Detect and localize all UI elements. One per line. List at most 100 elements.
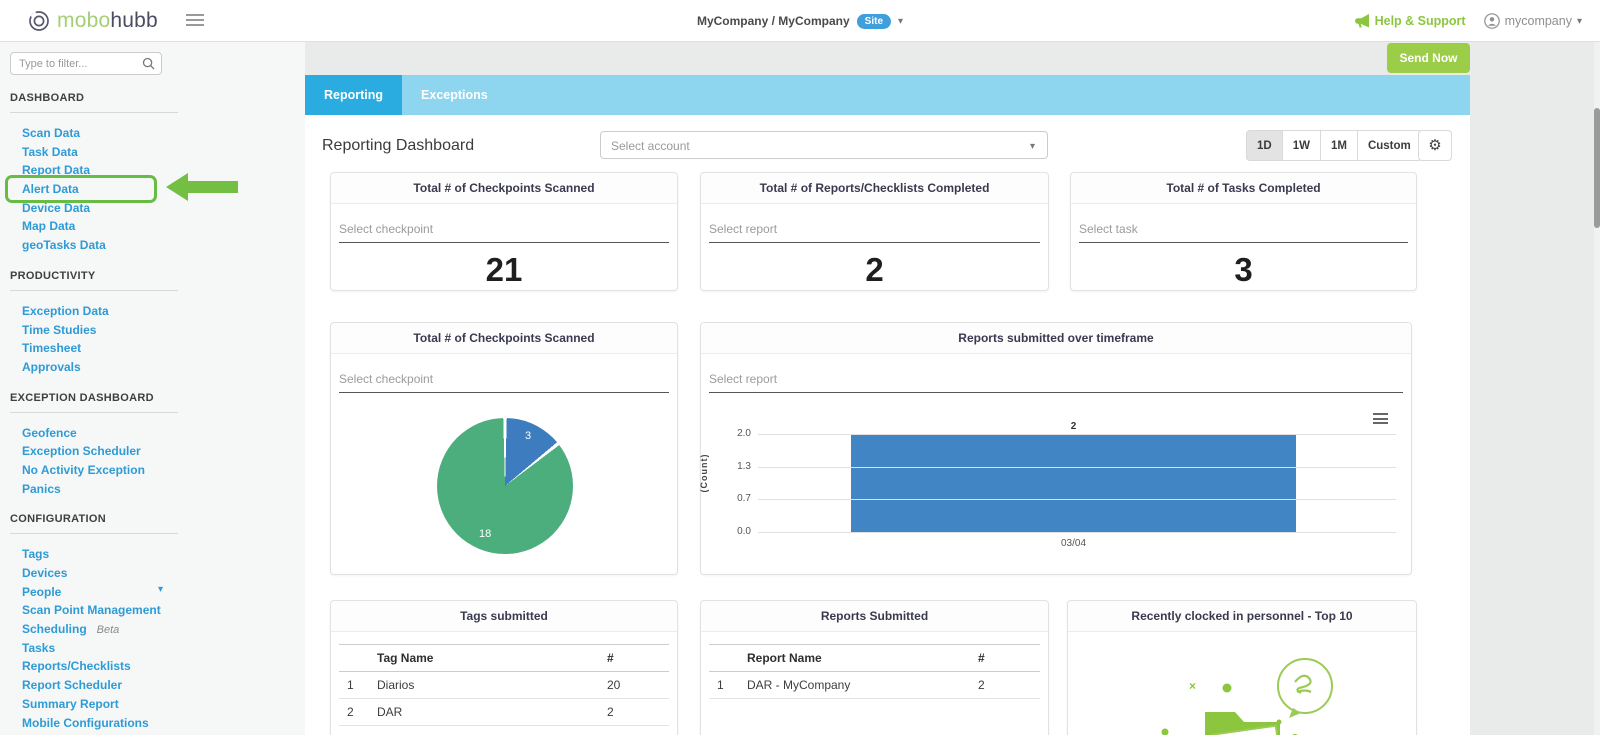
- tags-table: Tag Name# 1Diarios202DAR2: [339, 644, 669, 726]
- card-title: Recently clocked in personnel - Top 10: [1068, 601, 1416, 632]
- sidebar-item-devices[interactable]: Devices: [0, 562, 305, 581]
- sidebar-item-task-data[interactable]: Task Data: [0, 141, 305, 160]
- account-select[interactable]: Select account ▾: [600, 131, 1048, 159]
- sidebar-item-tasks[interactable]: Tasks: [0, 637, 305, 656]
- card-title: Total # of Tasks Completed: [1071, 173, 1416, 204]
- card-title: Tags submitted: [331, 601, 677, 632]
- sidebar-item-geotasks-data[interactable]: geoTasks Data: [0, 234, 305, 253]
- checkpoint-select[interactable]: Select checkpoint: [339, 372, 669, 393]
- tab-exceptions[interactable]: Exceptions: [402, 75, 507, 115]
- stat-value: 2: [701, 251, 1048, 289]
- settings-gear-button[interactable]: ⚙: [1418, 130, 1452, 161]
- range-custom-button[interactable]: Custom: [1357, 130, 1422, 161]
- table-row: 2DAR2: [339, 699, 669, 726]
- column-header: Tag Name: [373, 645, 603, 672]
- sidebar-item-device-data[interactable]: Device Data: [0, 197, 305, 216]
- logo-text: mobohubb: [57, 9, 158, 33]
- sidebar-item-time-studies[interactable]: Time Studies: [0, 319, 305, 338]
- range-1w-button[interactable]: 1W: [1282, 130, 1321, 161]
- divider: [10, 412, 178, 413]
- sidebar-item-exception-scheduler[interactable]: Exception Scheduler: [0, 440, 305, 459]
- sidebar-item-alert-data[interactable]: Alert Data: [0, 178, 305, 197]
- sidebar-item-label: Scan Point Management: [22, 603, 161, 617]
- sidebar-item-label: Exception Data: [22, 304, 109, 318]
- range-1m-button[interactable]: 1M: [1320, 130, 1358, 161]
- sidebar-item-people[interactable]: People ▾: [0, 581, 305, 600]
- pie-slice-label: 18: [479, 528, 491, 540]
- sidebar-item-scan-data[interactable]: Scan Data: [0, 122, 305, 141]
- sidebar-section-title: PRODUCTIVITY: [10, 270, 305, 282]
- card-title: Total # of Checkpoints Scanned: [331, 173, 677, 204]
- sidebar-item-label: Tags: [22, 547, 49, 561]
- send-now-button[interactable]: Send Now: [1387, 43, 1470, 73]
- tab-reporting[interactable]: Reporting: [305, 75, 402, 115]
- sidebar-section: CONFIGURATIONTagsDevicesPeople▾Scan Poin…: [0, 513, 305, 730]
- gridline: [758, 532, 1396, 533]
- personnel-card: Recently clocked in personnel - Top 10 ×: [1067, 600, 1417, 735]
- sidebar-item-label: Tasks: [22, 641, 55, 655]
- bar[interactable]: [851, 434, 1296, 532]
- menu-toggle-icon[interactable]: [186, 14, 204, 29]
- chevron-down-icon: ▾: [898, 16, 903, 27]
- mobohubb-logo[interactable]: mobohubb: [28, 9, 158, 33]
- table-header-row: Tag Name#: [339, 645, 669, 672]
- chart-menu-icon[interactable]: [1373, 413, 1388, 427]
- sidebar-item-timesheet[interactable]: Timesheet: [0, 337, 305, 356]
- table-row: 1Diarios20: [339, 672, 669, 699]
- site-switcher[interactable]: MyCompany / MyCompany Site ▾: [697, 0, 903, 42]
- sidebar-item-summary-report[interactable]: Summary Report: [0, 693, 305, 712]
- chevron-down-icon: ▾: [1030, 141, 1035, 152]
- sidebar-item-tags[interactable]: Tags: [0, 543, 305, 562]
- sidebar-item-label: Task Data: [22, 145, 78, 159]
- sidebar-item-panics[interactable]: Panics: [0, 478, 305, 497]
- pie-chart[interactable]: 3 18: [437, 418, 573, 554]
- sidebar-item-scheduling[interactable]: SchedulingBeta: [0, 618, 305, 637]
- checkpoint-select[interactable]: Select checkpoint: [339, 222, 669, 243]
- sidebar-item-label: Exception Scheduler: [22, 444, 141, 458]
- sidebar-item-reports-checklists[interactable]: Reports/Checklists: [0, 655, 305, 674]
- gridline: [758, 434, 1396, 435]
- site-badge: Site: [857, 14, 891, 29]
- breadcrumb: MyCompany / MyCompany: [697, 14, 850, 28]
- page-title: Reporting Dashboard: [322, 137, 474, 155]
- sidebar-item-mobile-configurations[interactable]: Mobile Configurations: [0, 712, 305, 731]
- card-title: Total # of Checkpoints Scanned: [331, 323, 677, 354]
- sidebar-item-exception-data[interactable]: Exception Data: [0, 300, 305, 319]
- sidebar-item-label: Scheduling: [22, 622, 87, 636]
- svg-text:×: ×: [1189, 679, 1196, 693]
- sidebar-item-scan-point-management[interactable]: Scan Point Management: [0, 599, 305, 618]
- task-select[interactable]: Select task: [1079, 222, 1408, 243]
- reports-submitted-card: Reports Submitted Report Name# 1DAR - My…: [700, 600, 1049, 735]
- tab-bar: Reporting Exceptions: [305, 75, 1470, 115]
- scrollbar-thumb[interactable]: [1594, 108, 1600, 228]
- app-root: mobohubb MyCompany / MyCompany Site ▾ He…: [0, 0, 1600, 735]
- table-cell: 2: [974, 672, 1040, 699]
- chevron-down-icon: ▾: [158, 584, 163, 595]
- stat-value: 21: [331, 251, 677, 289]
- table-cell: 20: [603, 672, 669, 699]
- sidebar-section: DASHBOARDScan DataTask DataReport DataAl…: [0, 92, 305, 253]
- sidebar-item-label: Approvals: [22, 360, 81, 374]
- range-1d-button[interactable]: 1D: [1246, 130, 1283, 161]
- sidebar-item-geofence[interactable]: Geofence: [0, 422, 305, 441]
- sidebar-item-no-activity-exception[interactable]: No Activity Exception: [0, 459, 305, 478]
- sidebar-item-label: Geofence: [22, 426, 77, 440]
- table-cell: 1: [339, 672, 373, 699]
- page-scrollbar: [1594, 42, 1600, 735]
- user-menu[interactable]: mycompany ▾: [1484, 13, 1582, 29]
- divider: [10, 112, 178, 113]
- sidebar-item-map-data[interactable]: Map Data: [0, 215, 305, 234]
- sidebar-item-report-scheduler[interactable]: Report Scheduler: [0, 674, 305, 693]
- sidebar-item-label: Time Studies: [22, 323, 96, 337]
- sidebar-item-label: People: [22, 585, 61, 599]
- report-select[interactable]: Select report: [709, 222, 1040, 243]
- bar-data-label: 2: [851, 421, 1296, 432]
- filter-input[interactable]: [11, 53, 161, 74]
- sidebar: DASHBOARDScan DataTask DataReport DataAl…: [0, 42, 305, 735]
- chevron-down-icon: ▾: [1577, 16, 1582, 27]
- sidebar-item-label: Timesheet: [22, 341, 81, 355]
- sidebar-item-approvals[interactable]: Approvals: [0, 356, 305, 375]
- report-select[interactable]: Select report: [709, 372, 1403, 393]
- help-support-link[interactable]: Help & Support: [1355, 14, 1466, 28]
- divider: [10, 290, 178, 291]
